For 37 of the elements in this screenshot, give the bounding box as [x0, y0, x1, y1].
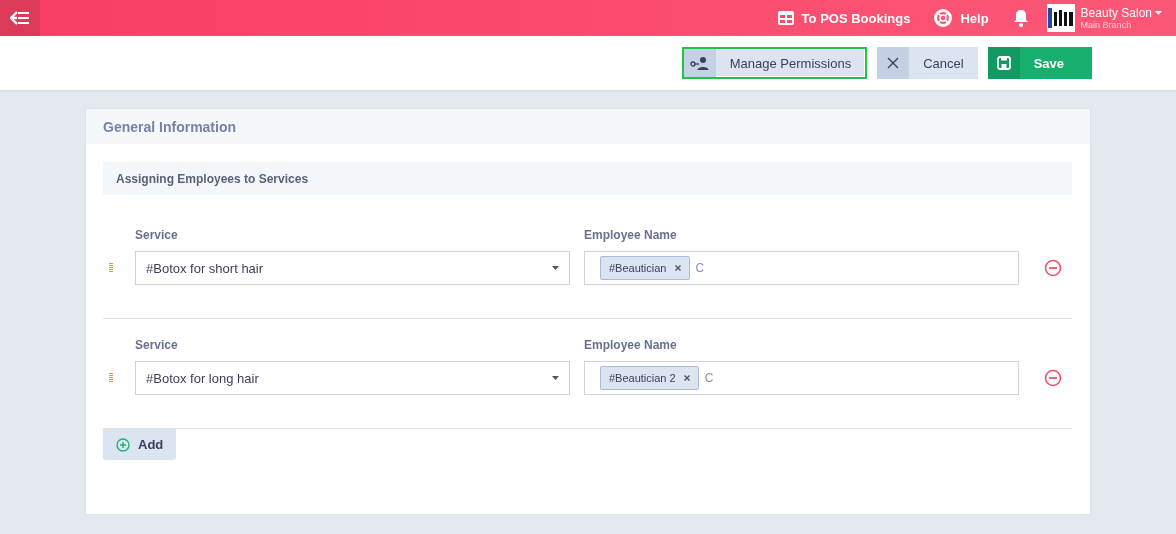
user-key-icon: [689, 56, 710, 70]
grid-icon: [777, 11, 794, 25]
bell-icon[interactable]: [1012, 9, 1029, 27]
permissions-button[interactable]: Manage Permissions: [681, 47, 868, 79]
employee-field[interactable]: #Beautician C: [584, 251, 1019, 285]
help-icon: [934, 9, 953, 27]
remove-row-button[interactable]: [1044, 259, 1062, 277]
typed-text: C: [704, 371, 714, 385]
drag-handle-icon[interactable]: [109, 263, 113, 273]
minus-circle-icon: [1044, 369, 1062, 387]
field-label: Employee Name: [584, 228, 678, 242]
add-button[interactable]: Add: [103, 429, 177, 460]
plus-circle-icon: [116, 437, 130, 452]
card-title: General Information: [86, 109, 1090, 144]
close-icon: [887, 57, 900, 69]
field-label: Employee Name: [584, 338, 678, 352]
save-icon: [996, 56, 1011, 70]
remove-row-button[interactable]: [1044, 369, 1062, 387]
field-label: Service: [135, 228, 179, 242]
remove-tag-icon[interactable]: [674, 265, 681, 271]
back-menu-button[interactable]: [0, 0, 40, 36]
field-label: Service: [135, 338, 179, 352]
drag-handle-icon[interactable]: [109, 373, 113, 383]
cancel-button[interactable]: Cancel: [877, 47, 978, 79]
minus-circle-icon: [1044, 259, 1062, 277]
section-title: Assigning Employees to Services: [103, 162, 1072, 195]
typed-text: C: [695, 261, 705, 275]
caret-icon: [1155, 11, 1162, 15]
back-menu-icon: [10, 11, 30, 25]
caret-icon: [552, 376, 559, 380]
service-select[interactable]: #Botox for long hair: [135, 361, 570, 395]
employee-tag: #Beautician: [600, 256, 690, 280]
service-select[interactable]: #Botox for short hair: [135, 251, 570, 285]
employee-field[interactable]: #Beautician 2 C: [584, 361, 1019, 395]
caret-icon: [552, 266, 559, 270]
remove-tag-icon[interactable]: [683, 375, 690, 381]
employee-tag: #Beautician 2: [600, 366, 699, 390]
